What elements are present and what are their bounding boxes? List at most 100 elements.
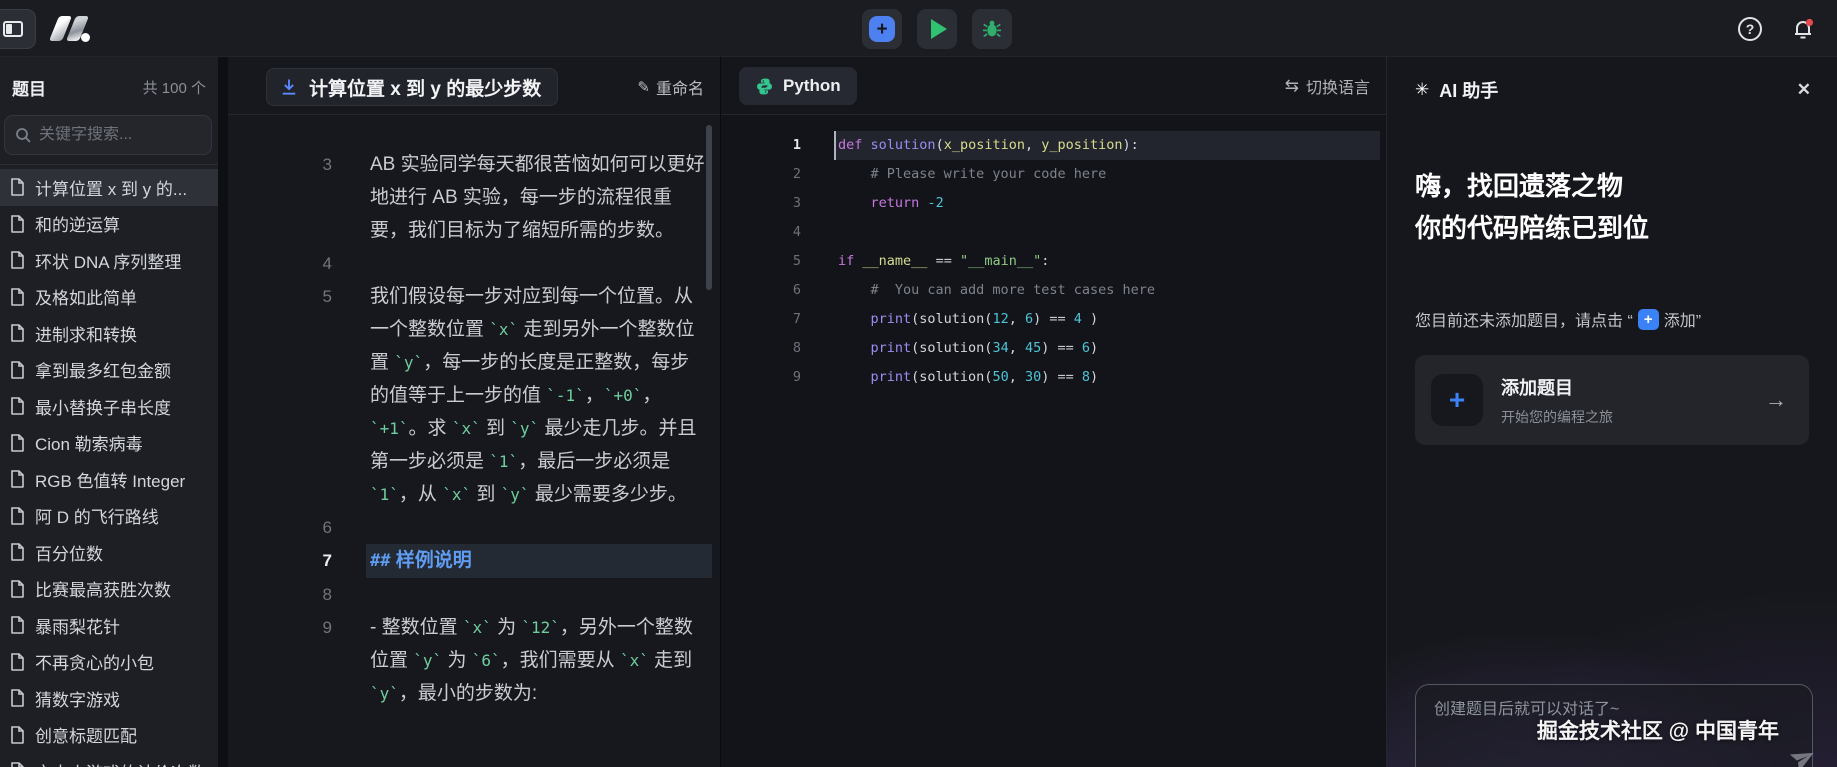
add-card-subtitle: 开始您的编程之旅: [1501, 407, 1747, 427]
sidebar-item[interactable]: 猜数字游戏: [0, 680, 218, 717]
run-icon: [931, 19, 947, 39]
sidebar-item[interactable]: 拿到最多红包金额: [0, 352, 218, 389]
top-bar: + ?: [0, 0, 1837, 57]
markdown-heading-line: 7## 样例说明: [228, 544, 720, 578]
line-number: 7: [721, 305, 801, 334]
problem-title-pill[interactable]: 计算位置 x 到 y 的最少步数: [266, 68, 558, 106]
code-editor[interactable]: 1def solution(x_position, y_position):2 …: [721, 115, 1386, 767]
search-box[interactable]: [4, 115, 212, 155]
code-line[interactable]: 8 print(solution(34, 45) == 6): [721, 334, 1386, 363]
scrollbar[interactable]: [706, 125, 712, 290]
problem-sidebar: 题目 共 100 个 计算位置 x 到 y 的...和的逆运算环状 DNA 序列…: [0, 57, 218, 767]
problem-title: 计算位置 x 到 y 的最少步数: [309, 74, 541, 101]
document-icon: [10, 689, 25, 707]
sidebar-item[interactable]: 和的逆运算: [0, 206, 218, 243]
code-line[interactable]: 2 # Please write your code here: [721, 160, 1386, 189]
divider: [0, 164, 218, 165]
description-header: 计算位置 x 到 y 的最少步数 ✎ 重命名: [228, 57, 720, 115]
document-icon: [10, 288, 25, 306]
line-number: 8: [721, 334, 801, 363]
markdown-line: 5我们假设每一步对应到每一个位置。从一个整数位置 `x` 走到另外一个整数位置 …: [228, 280, 720, 511]
sidebar-item[interactable]: 百分位数: [0, 534, 218, 571]
problem-description-panel: 计算位置 x 到 y 的最少步数 ✎ 重命名 3AB 实验同学每天都很苦恼如何可…: [228, 57, 720, 767]
sidebar-item[interactable]: 进制求和转换: [0, 315, 218, 352]
sidebar-item[interactable]: 不再贪心的小包: [0, 644, 218, 681]
watermark-text: 掘金技术社区 @ 中国青年: [1537, 715, 1779, 745]
sidebar-item[interactable]: 计算位置 x 到 y 的...: [0, 169, 218, 206]
document-icon: [10, 361, 25, 379]
python-icon: [755, 77, 774, 96]
search-icon: [15, 127, 31, 143]
line-number: 4: [228, 247, 332, 280]
sidebar-item[interactable]: 环状 DNA 序列整理: [0, 242, 218, 279]
document-icon: [10, 397, 25, 415]
debug-button[interactable]: [972, 9, 1012, 49]
add-button[interactable]: +: [862, 9, 902, 49]
sidebar-item[interactable]: 比赛最高获胜次数: [0, 571, 218, 608]
line-number: 4: [721, 218, 801, 247]
sidebar-item[interactable]: 最小替换子串长度: [0, 388, 218, 425]
code-line[interactable]: 9 print(solution(50, 30) == 8): [721, 363, 1386, 392]
close-icon[interactable]: ✕: [1797, 80, 1811, 100]
document-icon: [10, 251, 25, 269]
sidebar-title: 题目: [12, 75, 46, 100]
sidebar-item[interactable]: 暴雨梨花针: [0, 607, 218, 644]
code-editor-panel: Python ⇆ 切换语言 1def solution(x_position, …: [720, 57, 1386, 767]
panel-toggle-icon: [3, 21, 23, 37]
code-line[interactable]: 5if __name__ == "__main__":: [721, 247, 1386, 276]
line-number: 9: [721, 363, 801, 392]
code-line[interactable]: 1def solution(x_position, y_position):: [721, 131, 1386, 160]
sidebar-item[interactable]: Cion 勒索病毒: [0, 425, 218, 462]
document-icon: [10, 726, 25, 744]
sidebar-item[interactable]: 阿 D 的飞行路线: [0, 498, 218, 535]
code-line[interactable]: 6 # You can add more test cases here: [721, 276, 1386, 305]
debug-icon: [981, 18, 1003, 40]
document-icon: [10, 543, 25, 561]
sidebar-item[interactable]: 文本小游戏的计价次数: [0, 753, 218, 767]
plus-icon: +: [1431, 374, 1483, 426]
help-button[interactable]: ?: [1737, 16, 1763, 42]
sidebar-item[interactable]: RGB 色值转 Integer: [0, 461, 218, 498]
ai-panel-title: AI 助手: [1439, 77, 1787, 103]
help-icon: ?: [1738, 17, 1762, 41]
pencil-icon: ✎: [637, 78, 650, 96]
bell-icon: [1791, 17, 1815, 41]
line-number: 5: [721, 247, 801, 276]
document-icon: [10, 215, 25, 233]
document-icon: [10, 178, 25, 196]
ai-assistant-panel: ✳ AI 助手 ✕ 嗨，找回遗落之物 你的代码陪练已到位 您目前还未添加题目，请…: [1386, 57, 1837, 767]
switch-language-label: 切换语言: [1306, 74, 1370, 98]
document-icon: [10, 434, 25, 452]
empty-state-hint: 您目前还未添加题目，请点击 “ + 添加”: [1415, 307, 1701, 331]
switch-language-button[interactable]: ⇆ 切换语言: [1285, 74, 1370, 98]
arrow-right-icon: →: [1765, 387, 1787, 413]
code-line[interactable]: 3 return -2: [721, 189, 1386, 218]
language-tab-label: Python: [783, 76, 841, 96]
line-number: 8: [228, 578, 332, 611]
sparkle-icon: ✳: [1415, 80, 1429, 100]
line-number: 6: [721, 276, 801, 305]
ai-welcome-heading: 嗨，找回遗落之物 你的代码陪练已到位: [1415, 165, 1649, 249]
swap-icon: ⇆: [1285, 76, 1299, 96]
line-number: 2: [721, 160, 801, 189]
add-problem-card[interactable]: + 添加题目 开始您的编程之旅 →: [1415, 355, 1809, 445]
code-line[interactable]: 4: [721, 218, 1386, 247]
markdown-editor[interactable]: 3AB 实验同学每天都很苦恼如何可以更好地进行 AB 实验，每一步的流程很重要，…: [228, 115, 720, 767]
run-button[interactable]: [917, 9, 957, 49]
sidebar-item[interactable]: 及格如此简单: [0, 279, 218, 316]
code-line[interactable]: 7 print(solution(12, 6) == 4 ): [721, 305, 1386, 334]
tab-python[interactable]: Python: [739, 67, 857, 105]
sidebar-item[interactable]: 创意标题匹配: [0, 717, 218, 754]
notification-button[interactable]: [1790, 16, 1816, 42]
markdown-line: 6: [228, 511, 720, 544]
rename-button[interactable]: ✎ 重命名: [637, 75, 704, 99]
plus-icon: +: [869, 16, 895, 42]
plus-badge-icon: +: [1638, 309, 1659, 330]
document-icon: [10, 580, 25, 598]
document-icon: [10, 324, 25, 342]
sidebar-toggle-button[interactable]: [0, 9, 36, 49]
line-number: 3: [228, 148, 332, 247]
rename-label: 重命名: [656, 75, 704, 99]
search-input[interactable]: [39, 126, 201, 144]
add-card-title: 添加题目: [1501, 374, 1747, 400]
